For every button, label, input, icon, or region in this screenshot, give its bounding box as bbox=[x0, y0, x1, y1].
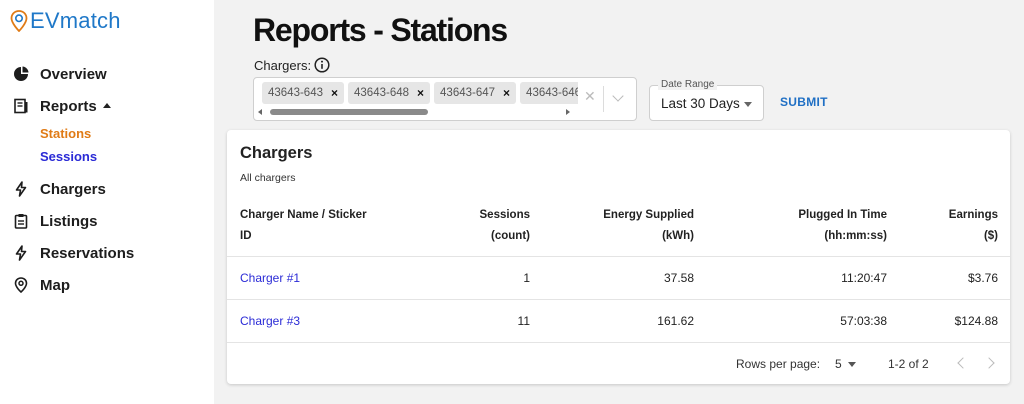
column-header-line: Plugged In Time bbox=[798, 209, 887, 221]
previous-page-icon[interactable] bbox=[957, 357, 969, 369]
brand-name: EVmatch bbox=[30, 8, 121, 33]
caret-up-icon bbox=[102, 103, 111, 108]
chargers-report-card: Chargers All chargers Charger Name / Sti… bbox=[227, 130, 1010, 384]
sidebar-item-reservations[interactable]: Reservations bbox=[0, 237, 214, 269]
table-divider bbox=[227, 342, 1010, 343]
column-header-line: (hh:mm:ss) bbox=[824, 230, 887, 242]
scrollbar-thumb[interactable] bbox=[270, 109, 428, 115]
pie-chart-icon bbox=[12, 65, 30, 83]
column-header-line: (count) bbox=[491, 230, 530, 242]
column-header-line: ($) bbox=[983, 230, 998, 242]
scroll-right-icon[interactable] bbox=[566, 109, 570, 115]
chevron-down-icon[interactable] bbox=[612, 90, 624, 102]
date-range-label: Date Range bbox=[658, 79, 718, 90]
plugged-time-cell: 11:20:47 bbox=[841, 271, 887, 285]
earnings-cell: $124.88 bbox=[954, 314, 998, 328]
chip-label: 43643-647 bbox=[440, 87, 496, 99]
location-icon bbox=[12, 276, 30, 294]
dropdown-arrow-icon[interactable] bbox=[848, 362, 856, 367]
plugged-time-cell: 57:03:38 bbox=[840, 314, 887, 328]
lightning-icon bbox=[12, 180, 30, 198]
charger-chip[interactable]: 43643-648 × bbox=[348, 82, 431, 104]
chip-label: 43643-643 bbox=[268, 87, 323, 99]
charger-link[interactable]: Charger #1 bbox=[240, 271, 300, 285]
column-header-sessions[interactable]: Sessions (count) bbox=[430, 205, 531, 247]
sidebar-item-chargers[interactable]: Chargers bbox=[0, 173, 214, 205]
column-header-line: Earnings bbox=[948, 209, 998, 221]
sidebar-nav: Overview Reports Stations Sessions Charg… bbox=[0, 58, 214, 301]
table-divider bbox=[227, 299, 1010, 300]
sidebar-item-label: Reservations bbox=[40, 244, 135, 262]
charger-chip[interactable]: 43643-646 × bbox=[520, 82, 578, 104]
info-icon[interactable] bbox=[314, 57, 330, 73]
chip-remove-icon[interactable]: × bbox=[503, 86, 510, 100]
page-title: Reports - Stations bbox=[253, 12, 508, 48]
dropdown-arrow-icon bbox=[744, 102, 752, 107]
sidebar-subitem-stations[interactable]: Stations bbox=[0, 122, 214, 145]
column-header-energy[interactable]: Energy Supplied (kWh) bbox=[574, 205, 694, 247]
report-icon bbox=[12, 97, 30, 115]
sidebar-item-label: Reports bbox=[40, 97, 97, 115]
chips-horizontal-scrollbar[interactable] bbox=[258, 107, 576, 117]
sidebar-item-map[interactable]: Map bbox=[0, 269, 214, 301]
rows-per-page-label: Rows per page: bbox=[736, 357, 821, 371]
charger-chip[interactable]: 43643-647 × bbox=[434, 82, 517, 104]
column-header-line: (kWh) bbox=[662, 230, 694, 242]
pagination-range: 1-2 of 2 bbox=[888, 357, 929, 371]
sidebar-item-label: Overview bbox=[40, 65, 107, 83]
scroll-left-icon[interactable] bbox=[258, 109, 262, 115]
column-header-line: Sessions bbox=[479, 209, 531, 221]
sidebar-item-label: Map bbox=[40, 276, 70, 294]
clear-selection-icon[interactable]: ✕ bbox=[584, 88, 596, 105]
card-subtitle: All chargers bbox=[240, 172, 296, 184]
column-header-charger-name[interactable]: Charger Name / Sticker ID bbox=[240, 205, 400, 247]
earnings-cell: $3.76 bbox=[967, 271, 998, 285]
chargers-label-text: Chargers: bbox=[254, 57, 312, 73]
chip-label: 43643-646 bbox=[526, 87, 578, 99]
chargers-multiselect[interactable]: 43643-643 × 43643-648 × 43643-647 × 4364… bbox=[253, 77, 637, 121]
date-range-select[interactable]: Date Range Last 30 Days bbox=[649, 79, 764, 121]
column-header-line: Charger Name / Sticker bbox=[240, 209, 367, 221]
rows-per-page-select[interactable]: 5 bbox=[835, 357, 842, 371]
table-divider bbox=[227, 256, 1010, 257]
sidebar-item-overview[interactable]: Overview bbox=[0, 58, 214, 90]
charger-chip[interactable]: 43643-643 × bbox=[262, 82, 345, 104]
column-header-earnings[interactable]: Earnings ($) bbox=[898, 205, 998, 247]
date-range-value: Last 30 Days bbox=[661, 96, 740, 111]
chip-remove-icon[interactable]: × bbox=[331, 86, 338, 100]
chips-container: 43643-643 × 43643-648 × 43643-647 × 4364… bbox=[262, 82, 578, 104]
sidebar: EVmatch Overview Reports Stations Sessio… bbox=[0, 0, 214, 404]
chip-remove-icon[interactable]: × bbox=[417, 86, 424, 100]
sidebar-item-label: Chargers bbox=[40, 180, 106, 198]
charger-link[interactable]: Charger #3 bbox=[240, 314, 300, 328]
lightning-icon bbox=[12, 244, 30, 262]
chip-label: 43643-648 bbox=[354, 87, 410, 99]
energy-cell: 161.62 bbox=[657, 314, 694, 328]
multiselect-divider bbox=[603, 86, 604, 112]
chargers-filter-label: Chargers: bbox=[254, 57, 330, 73]
energy-cell: 37.58 bbox=[663, 271, 694, 285]
sessions-cell: 1 bbox=[523, 271, 530, 285]
sidebar-item-reports[interactable]: Reports bbox=[0, 90, 214, 122]
card-title: Chargers bbox=[240, 144, 313, 162]
column-header-line: ID bbox=[240, 230, 252, 242]
sidebar-item-listings[interactable]: Listings bbox=[0, 205, 214, 237]
sessions-cell: 11 bbox=[517, 314, 530, 328]
location-pin-logo-icon bbox=[10, 10, 28, 32]
next-page-icon[interactable] bbox=[983, 357, 995, 369]
sidebar-item-label: Listings bbox=[40, 212, 98, 230]
submit-button[interactable]: SUBMIT bbox=[780, 95, 828, 109]
column-header-line: Energy Supplied bbox=[603, 209, 694, 221]
column-header-plugged-time[interactable]: Plugged In Time (hh:mm:ss) bbox=[767, 205, 887, 247]
logo[interactable]: EVmatch bbox=[10, 8, 121, 34]
clipboard-icon bbox=[12, 212, 30, 230]
sidebar-subitem-sessions[interactable]: Sessions bbox=[0, 145, 214, 168]
